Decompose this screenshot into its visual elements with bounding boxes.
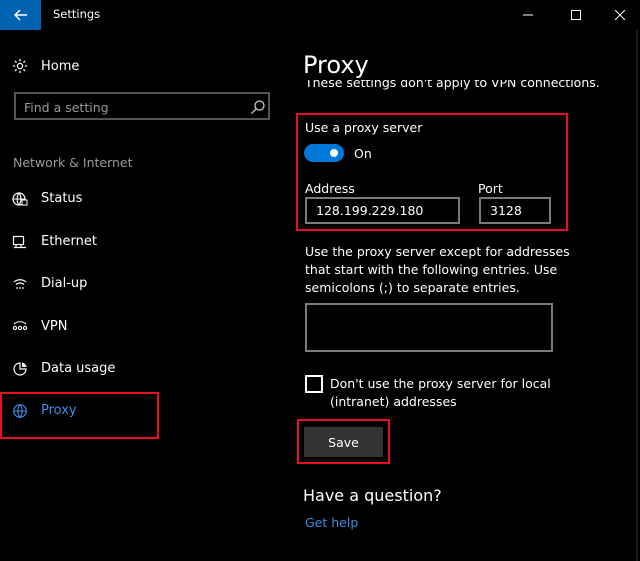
search-input[interactable]	[24, 98, 234, 116]
use-proxy-label: Use a proxy server	[305, 120, 423, 135]
back-button[interactable]	[0, 0, 41, 30]
dialup-icon	[13, 279, 27, 289]
close-icon	[615, 10, 625, 20]
sidebar-item-data-usage[interactable]: Data usage	[12, 356, 262, 382]
minimize-button[interactable]	[506, 0, 550, 30]
sidebar-item-label: Ethernet	[41, 234, 97, 249]
scrollbar-track[interactable]	[636, 30, 638, 561]
ethernet-icon	[12, 235, 26, 249]
exceptions-input[interactable]	[305, 303, 553, 352]
sidebar-item-vpn[interactable]: VPN	[12, 314, 262, 340]
get-help-link[interactable]: Get help	[305, 515, 358, 530]
window-title: Settings	[53, 7, 101, 21]
vpn-icon	[12, 321, 28, 331]
save-button[interactable]: Save	[304, 427, 383, 457]
maximize-button[interactable]	[554, 0, 598, 30]
title-bar: Settings	[0, 0, 640, 30]
search-box[interactable]	[14, 92, 270, 120]
nav-home-label: Home	[41, 58, 80, 74]
page-title: Proxy	[303, 51, 369, 79]
local-bypass-checkbox[interactable]	[305, 375, 323, 393]
local-bypass-label: Don't use the proxy server for local (in…	[330, 376, 551, 409]
vpn-note-text: These settings don't apply to VPN connec…	[305, 80, 600, 90]
sidebar-item-label: VPN	[41, 319, 68, 334]
port-input[interactable]	[479, 197, 551, 224]
address-input[interactable]	[305, 197, 460, 224]
highlight-box-proxy	[0, 392, 159, 439]
exceptions-description: Use the proxy server except for addresse…	[305, 244, 570, 295]
address-label: Address	[305, 181, 355, 196]
port-label: Port	[478, 181, 503, 196]
sidebar-item-dialup[interactable]: Dial-up	[12, 271, 262, 297]
section-heading: Network & Internet	[13, 155, 133, 170]
toggle-state: On	[354, 146, 372, 161]
minimize-icon	[523, 14, 533, 16]
vpn-note: These settings don't apply to VPN connec…	[305, 80, 600, 94]
question-heading: Have a question?	[303, 486, 442, 505]
sidebar-item-label: Data usage	[41, 361, 116, 376]
sidebar-item-label: Dial-up	[41, 276, 88, 291]
sidebar-item-ethernet[interactable]: Ethernet	[12, 229, 262, 255]
data-usage-icon	[13, 362, 27, 376]
sidebar-item-label: Status	[41, 191, 83, 206]
globe-status-icon	[12, 192, 28, 206]
close-button[interactable]	[598, 0, 640, 30]
nav-home[interactable]: Home	[12, 54, 262, 78]
use-proxy-toggle[interactable]	[304, 144, 344, 162]
search-icon[interactable]	[250, 99, 266, 115]
arrow-left-icon	[13, 9, 27, 21]
gear-icon	[13, 59, 27, 73]
maximize-icon	[571, 10, 581, 20]
sidebar-item-status[interactable]: Status	[12, 186, 262, 212]
